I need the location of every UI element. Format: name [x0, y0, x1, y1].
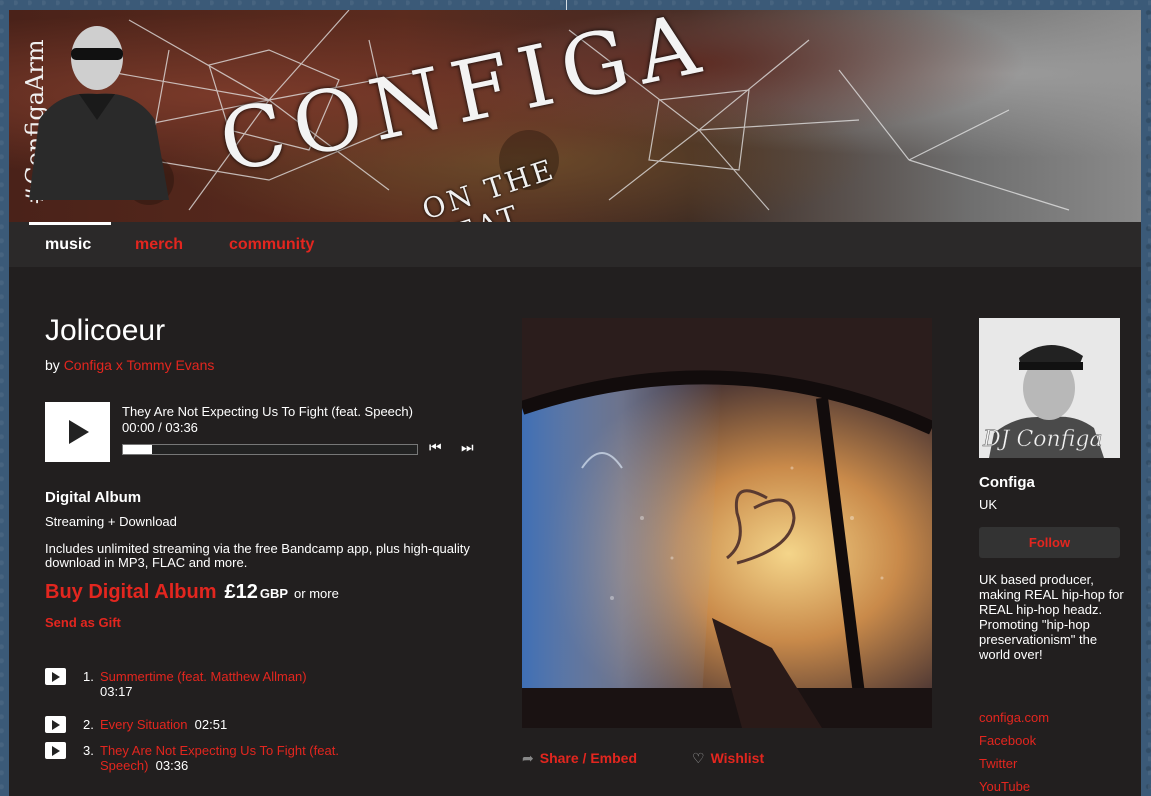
heart-icon: ♡: [692, 750, 705, 766]
share-icon: ➦: [522, 750, 534, 766]
or-more-label: or more: [294, 586, 339, 601]
artist-figure-image: [29, 26, 169, 200]
track-number: 2.: [83, 717, 94, 732]
track-play-button[interactable]: [45, 716, 66, 733]
digital-album-subheading: Streaming + Download: [45, 514, 177, 529]
track-duration: 03:36: [155, 758, 189, 773]
top-divider: [566, 0, 567, 10]
link-twitter[interactable]: Twitter: [979, 756, 1049, 779]
artist-credit-link[interactable]: Configa x Tommy Evans: [64, 357, 215, 373]
follow-button[interactable]: Follow: [979, 527, 1120, 558]
active-tab-indicator: [29, 222, 111, 225]
track-play-button[interactable]: [45, 742, 66, 759]
tab-community[interactable]: community: [229, 236, 314, 254]
track-title-link[interactable]: They Are Not Expecting Us To Fight (feat…: [100, 743, 345, 773]
album-title: Jolicoeur: [45, 314, 166, 347]
page: #ConfigaArmy CONFIGA ON THE BEAT music m…: [9, 10, 1141, 796]
wishlist-link[interactable]: ♡ Wishlist: [692, 750, 764, 767]
track-row: 2. Every Situation 02:51: [45, 714, 495, 740]
send-as-gift-link[interactable]: Send as Gift: [45, 615, 121, 630]
artist-links: configa.com Facebook Twitter YouTube: [979, 710, 1049, 796]
artist-location: UK: [979, 497, 998, 512]
link-website[interactable]: configa.com: [979, 710, 1049, 733]
artist-photo[interactable]: DJ Configa: [979, 318, 1120, 458]
track-number: 1.: [83, 669, 94, 684]
artist-bio: UK based producer, making REAL hip-hop f…: [979, 572, 1124, 662]
previous-track-icon[interactable]: ⏮: [429, 439, 442, 456]
link-facebook[interactable]: Facebook: [979, 733, 1049, 756]
track-number: 3.: [83, 743, 94, 758]
audio-player: They Are Not Expecting Us To Fight (feat…: [45, 402, 500, 464]
track-row: 1. Summertime (feat. Matthew Allman) 03:1…: [45, 666, 495, 714]
price: £12: [224, 581, 258, 603]
now-playing-time: 00:00 / 03:36: [122, 420, 198, 435]
progress-fill: [123, 445, 153, 454]
progress-bar[interactable]: [122, 444, 418, 455]
track-play-button[interactable]: [45, 668, 66, 685]
artist-name[interactable]: Configa: [979, 474, 1035, 491]
now-playing-title: They Are Not Expecting Us To Fight (feat…: [122, 404, 413, 419]
tab-music[interactable]: music: [45, 236, 91, 254]
tab-merch[interactable]: merch: [135, 236, 183, 254]
currency: GBP: [259, 586, 289, 601]
buy-row: Buy Digital Album £12 GBP or more: [45, 581, 339, 607]
track-title-link[interactable]: Every Situation 02:51: [100, 717, 345, 732]
album-cover-art[interactable]: [522, 318, 932, 728]
track-row: 3. They Are Not Expecting Us To Fight (f…: [45, 740, 495, 788]
link-youtube[interactable]: YouTube: [979, 779, 1049, 796]
buy-digital-album-link[interactable]: Buy Digital Album: [45, 581, 216, 603]
play-button[interactable]: [45, 402, 110, 462]
digital-album-heading: Digital Album: [45, 489, 142, 506]
track-duration: 02:51: [194, 717, 228, 732]
nav-bar: music merch community: [9, 222, 1141, 267]
share-embed-link[interactable]: ➦ Share / Embed: [522, 750, 637, 767]
artist-banner[interactable]: #ConfigaArmy CONFIGA ON THE BEAT: [9, 10, 1141, 222]
next-track-icon[interactable]: ⏭: [461, 439, 474, 456]
svg-text:DJ Configa: DJ Configa: [982, 427, 1103, 452]
album-byline: by Configa x Tommy Evans: [45, 357, 215, 373]
digital-album-description: Includes unlimited streaming via the fre…: [45, 541, 470, 570]
track-title-link[interactable]: Summertime (feat. Matthew Allman) 03:17: [100, 669, 345, 699]
track-list: 1. Summertime (feat. Matthew Allman) 03:1…: [45, 666, 495, 788]
track-duration: 03:17: [100, 684, 133, 699]
